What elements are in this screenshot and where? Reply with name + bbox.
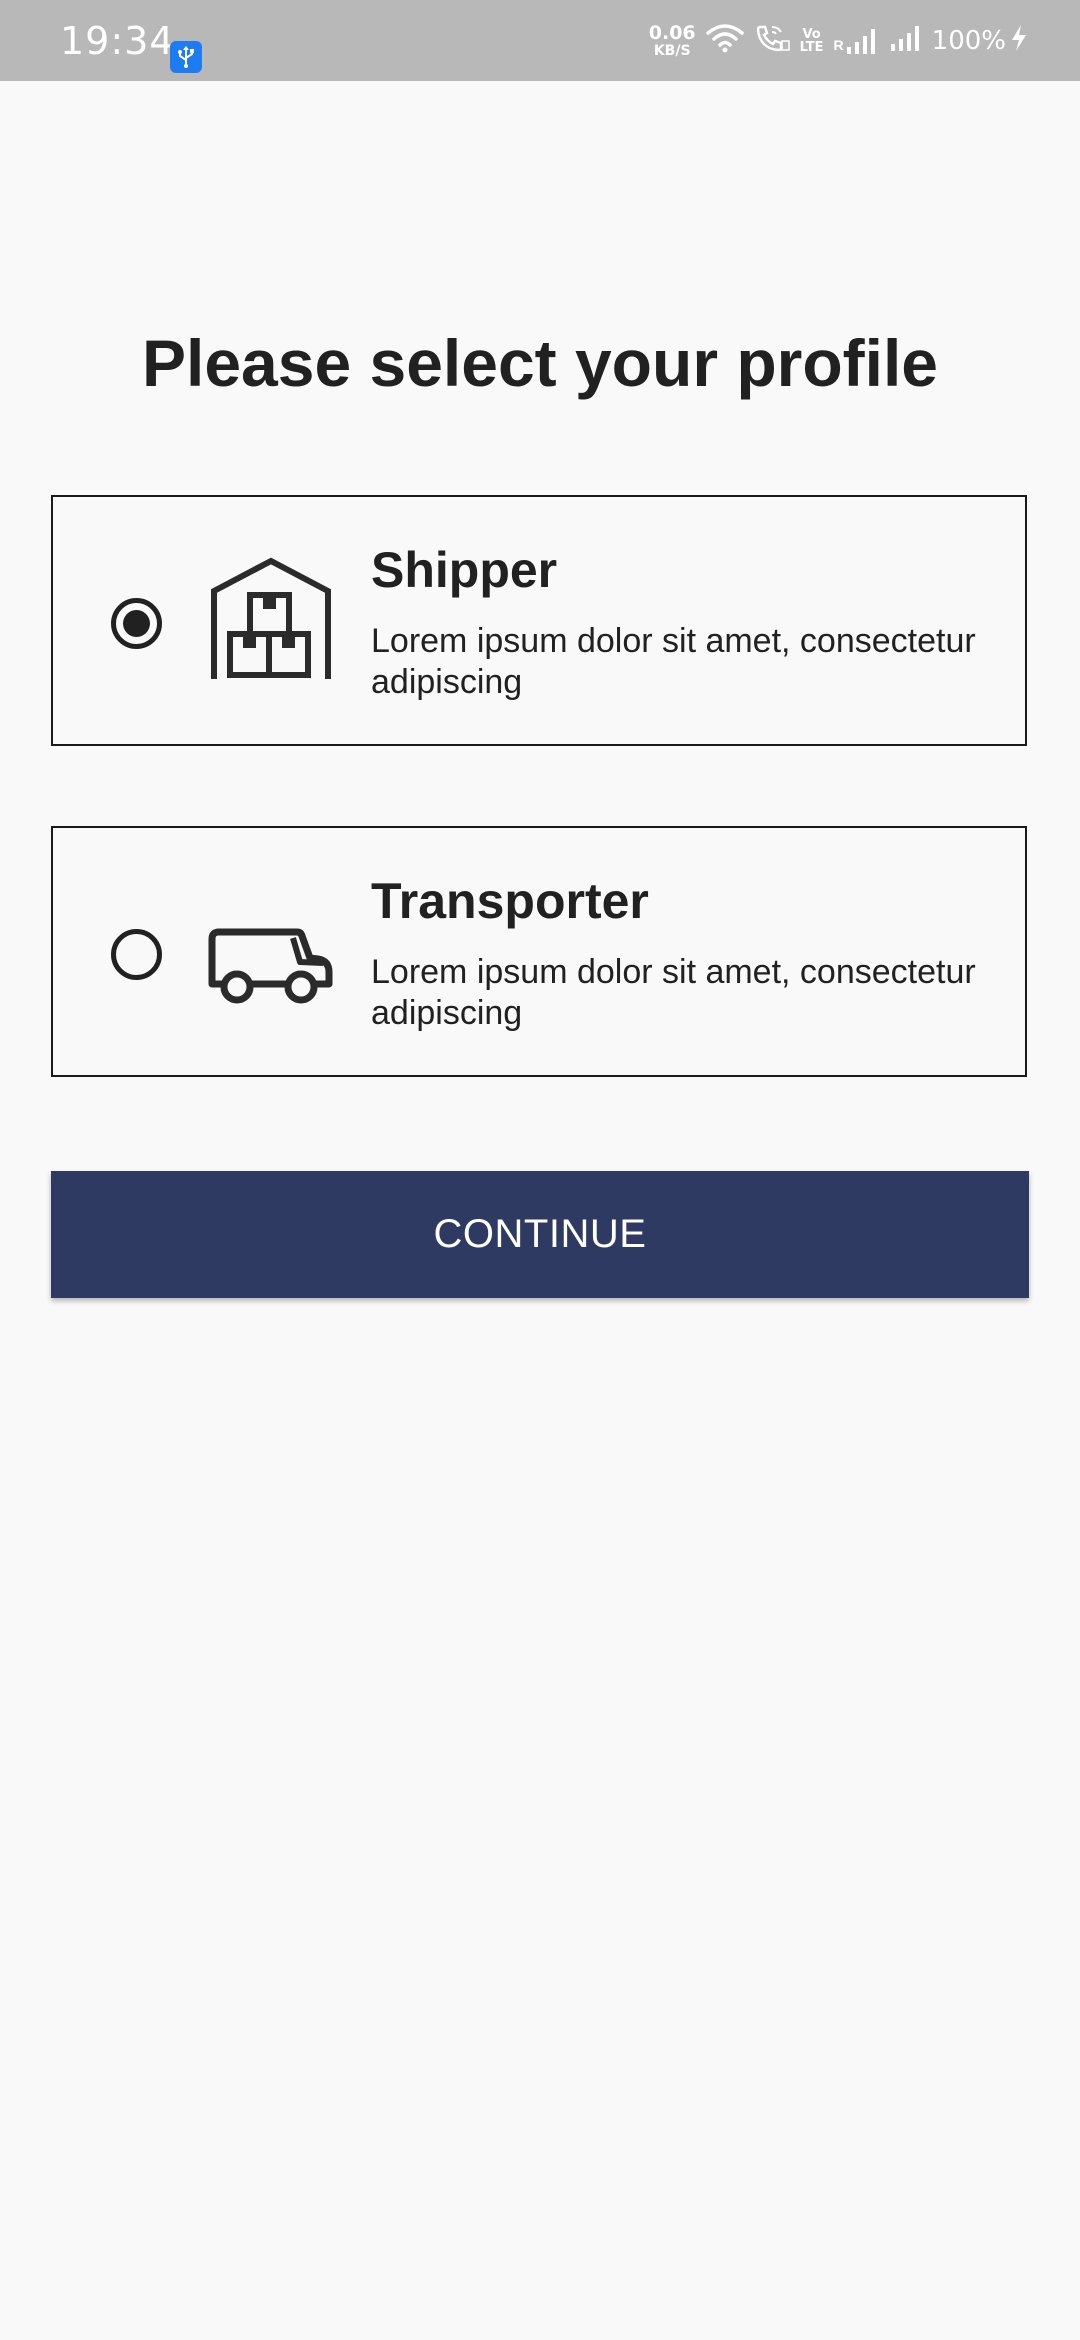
volte-icon: Vo LTE	[800, 28, 824, 54]
continue-button[interactable]: CONTINUE	[51, 1171, 1029, 1298]
charging-icon	[1010, 24, 1028, 57]
profile-option-transporter[interactable]: Transporter Lorem ipsum dolor sit amet, …	[51, 826, 1027, 1077]
profile-option-shipper[interactable]: Shipper Lorem ipsum dolor sit amet, cons…	[51, 495, 1027, 746]
volte-top: Vo	[802, 26, 821, 42]
card-title-shipper: Shipper	[371, 542, 558, 598]
card-description-shipper: Lorem ipsum dolor sit amet, consectetur …	[371, 622, 976, 701]
battery-level: 100%	[931, 25, 1006, 56]
signal-icon	[890, 24, 922, 57]
page-title: Please select your profile	[141, 326, 939, 400]
wifi-icon	[705, 23, 744, 58]
volte-bottom: LTE	[799, 39, 824, 55]
status-time: 19:34	[60, 19, 175, 63]
network-speed: 0.06 KB/S	[648, 21, 696, 59]
signal-icon: R	[834, 27, 876, 55]
wifi-calling-icon	[754, 23, 790, 58]
card-title-transporter: Transporter	[371, 873, 649, 929]
network-speed-unit: KB/S	[653, 42, 691, 59]
radio-button-shipper[interactable]	[111, 598, 162, 649]
warehouse-icon	[205, 555, 337, 687]
truck-icon	[205, 886, 337, 1018]
radio-button-transporter[interactable]	[111, 929, 162, 980]
usb-icon	[170, 41, 202, 73]
status-icons: 0.06 KB/S Vo LTE R 100%	[639, 0, 1028, 81]
status-bar: 19:34 0.06 KB/S Vo LTE R 100%	[0, 0, 1080, 81]
network-speed-value: 0.06	[648, 21, 696, 44]
radio-selected-dot	[123, 610, 150, 637]
roaming-label: R	[833, 36, 844, 53]
card-description-transporter: Lorem ipsum dolor sit amet, consectetur …	[371, 953, 976, 1032]
